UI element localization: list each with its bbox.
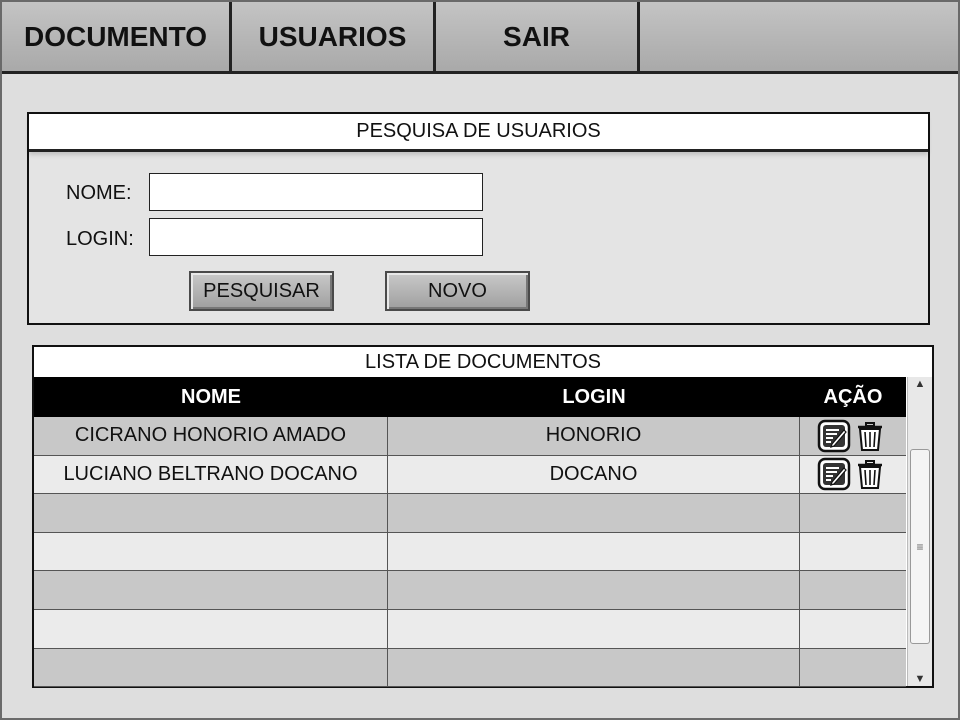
name-label: NOME: bbox=[66, 182, 132, 204]
search-panel-title: PESQUISA DE USUARIOS bbox=[29, 114, 928, 152]
scroll-up-arrow[interactable]: ▲ bbox=[908, 377, 932, 391]
login-label: LOGIN: bbox=[66, 228, 134, 250]
search-button[interactable]: PESQUISAR bbox=[189, 271, 334, 311]
cell-login bbox=[388, 571, 800, 609]
cell-acao bbox=[800, 417, 906, 455]
column-header-nome: NOME bbox=[181, 385, 241, 408]
scroll-down-arrow[interactable]: ▼ bbox=[908, 672, 932, 686]
table-row bbox=[34, 571, 906, 610]
cell-nome: CICRANO HONORIO AMADO bbox=[34, 417, 388, 455]
cell-acao bbox=[800, 610, 906, 648]
table-row bbox=[34, 532, 906, 572]
cell-acao bbox=[800, 456, 906, 494]
list-panel-title: LISTA DE DOCUMENTOS bbox=[34, 347, 932, 377]
search-panel: PESQUISA DE USUARIOS NOME: LOGIN: PESQUI… bbox=[27, 112, 930, 325]
table-row bbox=[34, 609, 906, 649]
cell-acao bbox=[800, 494, 906, 532]
menu-item-sair[interactable]: SAIR bbox=[436, 2, 640, 71]
cell-nome bbox=[34, 532, 388, 571]
edit-icon[interactable] bbox=[817, 457, 851, 491]
cell-login bbox=[388, 494, 800, 532]
name-input[interactable] bbox=[149, 173, 483, 211]
cell-login bbox=[388, 609, 800, 648]
document-list-panel: LISTA DE DOCUMENTOS NOME LOGIN AÇÃO CICR… bbox=[32, 345, 934, 688]
column-header-acao: AÇÃO bbox=[823, 385, 883, 408]
cell-acao bbox=[800, 649, 906, 687]
table-row bbox=[34, 494, 906, 533]
table-body: CICRANO HONORIO AMADO HONORIO LUCIANO BELT… bbox=[34, 417, 906, 688]
cell-login: HONORIO bbox=[388, 417, 800, 455]
table-header: NOME LOGIN AÇÃO bbox=[34, 377, 906, 417]
table-row bbox=[34, 648, 906, 688]
top-menu-bar: DOCUMENTO USUARIOS SAIR bbox=[2, 2, 958, 74]
edit-icon[interactable] bbox=[817, 419, 851, 453]
cell-nome bbox=[34, 571, 388, 609]
cell-login: DOCANO bbox=[388, 455, 800, 494]
menu-bar-filler bbox=[640, 2, 958, 71]
cell-nome: LUCIANO BELTRANO DOCANO bbox=[34, 455, 388, 494]
cell-acao bbox=[800, 571, 906, 609]
scroll-thumb[interactable]: ≡ bbox=[910, 449, 930, 644]
cell-login bbox=[388, 532, 800, 571]
cell-nome bbox=[34, 494, 388, 532]
login-input[interactable] bbox=[149, 218, 483, 256]
trash-icon[interactable] bbox=[855, 457, 889, 491]
menu-item-documento[interactable]: DOCUMENTO bbox=[2, 2, 232, 71]
table-row: LUCIANO BELTRANO DOCANO DOCANO bbox=[34, 455, 906, 495]
new-button[interactable]: NOVO bbox=[385, 271, 530, 311]
cell-nome bbox=[34, 648, 388, 687]
column-header-login: LOGIN bbox=[562, 385, 626, 408]
menu-item-usuarios[interactable]: USUARIOS bbox=[232, 2, 436, 71]
cell-login bbox=[388, 648, 800, 687]
cell-nome bbox=[34, 609, 388, 648]
table-row: CICRANO HONORIO AMADO HONORIO bbox=[34, 417, 906, 456]
cell-acao bbox=[800, 533, 906, 571]
vertical-scrollbar[interactable]: ▲ ≡ ▼ bbox=[907, 377, 932, 686]
trash-icon[interactable] bbox=[855, 419, 889, 453]
